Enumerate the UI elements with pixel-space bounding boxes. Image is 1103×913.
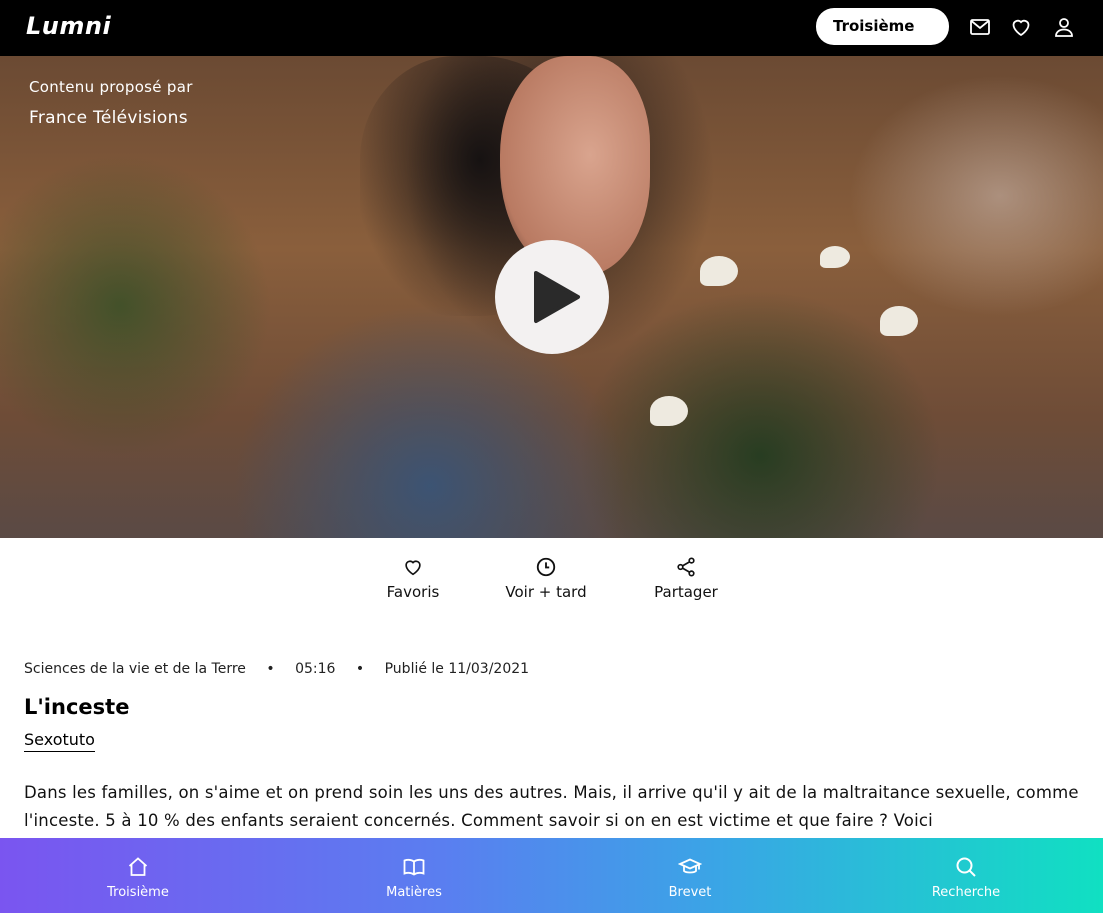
provider-name: France Télévisions xyxy=(29,108,188,128)
favorites-label: Favoris xyxy=(386,583,440,601)
subject-label[interactable]: Sciences de la vie et de la Terre xyxy=(24,661,246,677)
content-provider: Contenu proposé par France Télévisions xyxy=(29,78,193,128)
home-icon xyxy=(128,857,148,876)
meta-separator: • xyxy=(266,661,275,677)
video-title: L'inceste xyxy=(24,695,130,719)
mail-icon[interactable] xyxy=(968,15,992,39)
play-icon xyxy=(534,271,580,323)
share-button[interactable]: Partager xyxy=(648,556,724,601)
video-player[interactable]: Contenu proposé par France Télévisions xyxy=(0,56,1103,538)
video-frame-face xyxy=(500,56,650,276)
user-icon[interactable] xyxy=(1052,15,1076,39)
program-link[interactable]: Sexotuto xyxy=(24,730,95,752)
meta-separator: • xyxy=(355,661,365,677)
top-header: Lumni Troisième xyxy=(0,0,1103,56)
nav-item-recherche[interactable]: Recherche xyxy=(896,855,1036,900)
provider-caption: Contenu proposé par xyxy=(29,78,193,96)
video-meta: Sciences de la vie et de la Terre • 05:1… xyxy=(24,661,529,677)
nav-item-brevet[interactable]: Brevet xyxy=(620,855,760,900)
play-button[interactable] xyxy=(495,240,609,354)
watch-later-label: Voir + tard xyxy=(505,583,587,601)
graduation-cap-icon xyxy=(678,858,702,874)
video-frame-flower xyxy=(820,246,850,268)
nav-item-matieres[interactable]: Matières xyxy=(344,855,484,900)
video-frame-flower xyxy=(700,256,738,286)
nav-item-label: Recherche xyxy=(931,885,1001,900)
nav-item-label: Troisième xyxy=(107,885,169,900)
book-icon xyxy=(403,858,425,876)
favorites-button[interactable]: Favoris xyxy=(383,556,443,601)
nav-item-label: Brevet xyxy=(668,885,712,900)
published-date: Publié le 11/03/2021 xyxy=(384,661,530,677)
video-description: Dans les familles, on s'aime et on prend… xyxy=(24,783,1079,830)
heart-icon[interactable] xyxy=(1009,15,1033,39)
duration-label: 05:16 xyxy=(295,661,336,677)
share-icon xyxy=(677,557,695,577)
bottom-navigation: Troisième Matières Brevet Recherche xyxy=(0,838,1103,913)
video-frame-flower xyxy=(880,306,918,336)
heart-icon xyxy=(405,560,421,576)
nav-item-troisieme[interactable]: Troisième xyxy=(68,855,208,900)
search-icon xyxy=(956,857,976,877)
lumni-logo[interactable]: Lumni xyxy=(26,12,111,40)
nav-item-label: Matières xyxy=(386,885,442,900)
watch-later-button[interactable]: Voir + tard xyxy=(502,556,590,601)
clock-icon xyxy=(536,557,556,577)
level-selector-button[interactable]: Troisième xyxy=(816,8,949,45)
share-label: Partager xyxy=(654,583,718,601)
video-frame-flower xyxy=(650,396,688,426)
